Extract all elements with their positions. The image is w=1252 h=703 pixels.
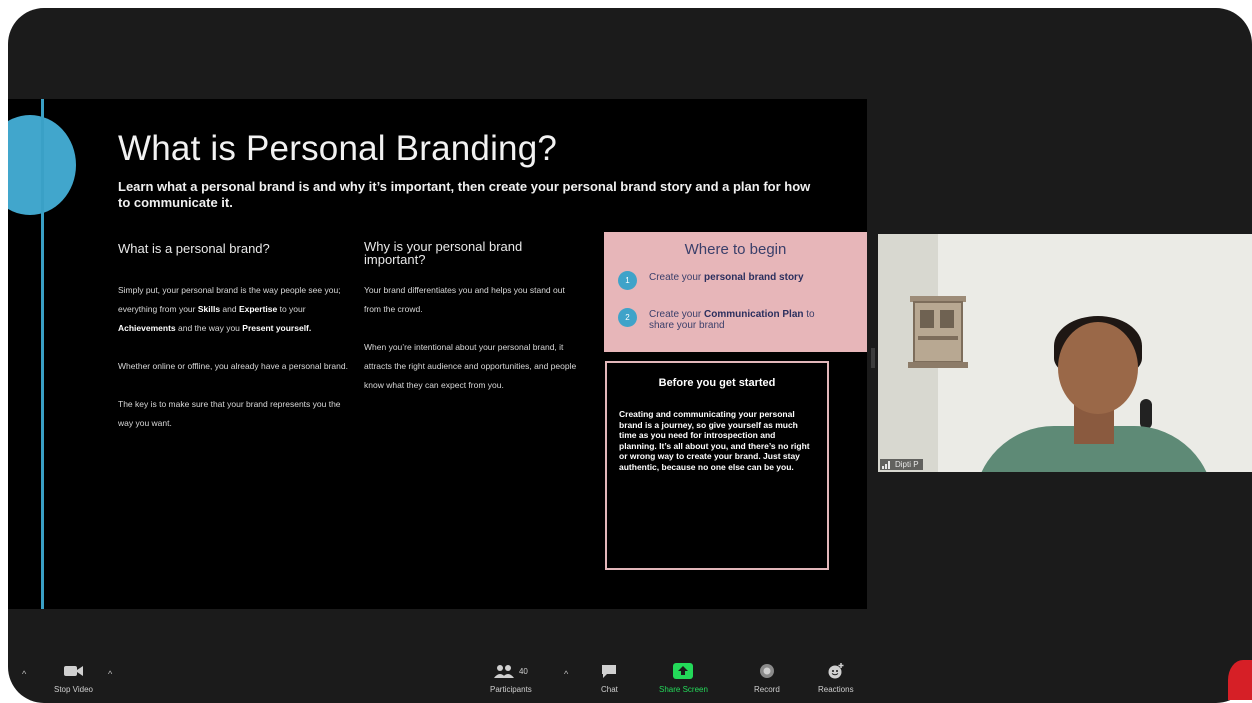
participant-name: Dipti P bbox=[895, 460, 919, 469]
col2-paragraph-1: Your brand differentiates you and helps … bbox=[364, 285, 565, 314]
stop-video-button[interactable]: Stop Video bbox=[54, 661, 93, 694]
step-2-text: Create your Communication Plan to share … bbox=[649, 309, 815, 331]
participants-button[interactable]: 40 Participants bbox=[490, 661, 532, 694]
col2-paragraph-2: When you’re intentional about your perso… bbox=[364, 342, 577, 390]
signal-icon bbox=[882, 460, 892, 469]
video-camera-icon bbox=[63, 661, 84, 681]
step-1: 1 Create your personal brand story bbox=[618, 271, 829, 290]
chair bbox=[1140, 399, 1152, 429]
participants-icon: 40 bbox=[493, 661, 528, 681]
before-body: Creating and communicating your personal… bbox=[619, 409, 810, 472]
col1-heading: What is a personal brand? bbox=[118, 241, 270, 256]
shared-screen: What is Personal Branding? Learn what a … bbox=[8, 99, 867, 609]
col1-paragraph-2: Whether online or offline, you already h… bbox=[118, 361, 348, 371]
record-icon bbox=[759, 661, 775, 681]
where-to-begin-heading: Where to begin bbox=[684, 241, 787, 258]
slide-title: What is Personal Branding? bbox=[118, 129, 558, 168]
meeting-window: What is Personal Branding? Learn what a … bbox=[8, 8, 1252, 703]
participants-count: 40 bbox=[518, 666, 528, 676]
before-you-start-box: Before you get started Creating and comm… bbox=[605, 361, 829, 570]
where-to-begin-box: Where to begin 1 Create your personal br… bbox=[604, 232, 867, 352]
meeting-toolbar: ^ Stop Video ^ 40 Participants ^ Chat Sh… bbox=[8, 653, 1252, 703]
col1-paragraph-3: The key is to make sure that your brand … bbox=[118, 399, 341, 428]
chat-icon bbox=[601, 661, 617, 681]
chat-button[interactable]: Chat bbox=[601, 661, 618, 694]
col1-paragraph-1: Simply put, your personal brand is the w… bbox=[118, 285, 341, 333]
col1-body: Simply put, your personal brand is the w… bbox=[118, 281, 348, 452]
video-options-caret[interactable]: ^ bbox=[108, 669, 112, 679]
record-button[interactable]: Record bbox=[754, 661, 780, 694]
step-1-badge: 1 bbox=[618, 271, 637, 290]
person-face bbox=[1058, 322, 1138, 414]
end-meeting-corner[interactable] bbox=[1228, 660, 1252, 700]
col2-heading: Why is your personal brand important? bbox=[364, 239, 523, 267]
participant-name-tag: Dipti P bbox=[880, 459, 923, 470]
step-2-badge: 2 bbox=[618, 308, 637, 327]
col2-body: Your brand differentiates you and helps … bbox=[364, 281, 579, 414]
emoji-plus-icon bbox=[827, 661, 845, 681]
slide-accent-line bbox=[41, 99, 44, 609]
share-screen-icon bbox=[673, 661, 694, 681]
slide-subtitle: Learn what a personal brand is and why i… bbox=[118, 179, 811, 210]
audio-options-caret[interactable]: ^ bbox=[22, 669, 26, 679]
participant-video-tile[interactable]: Dipti P bbox=[878, 234, 1252, 472]
shelf-image bbox=[908, 296, 968, 368]
participants-options-caret[interactable]: ^ bbox=[564, 669, 568, 679]
step-2: 2 Create your Communication Plan to shar… bbox=[618, 308, 829, 331]
splitter-handle[interactable] bbox=[871, 348, 875, 368]
reactions-button[interactable]: Reactions bbox=[818, 661, 854, 694]
step-1-text: Create your personal brand story bbox=[649, 272, 804, 283]
before-heading: Before you get started bbox=[658, 377, 776, 389]
share-screen-button[interactable]: Share Screen bbox=[659, 661, 708, 694]
